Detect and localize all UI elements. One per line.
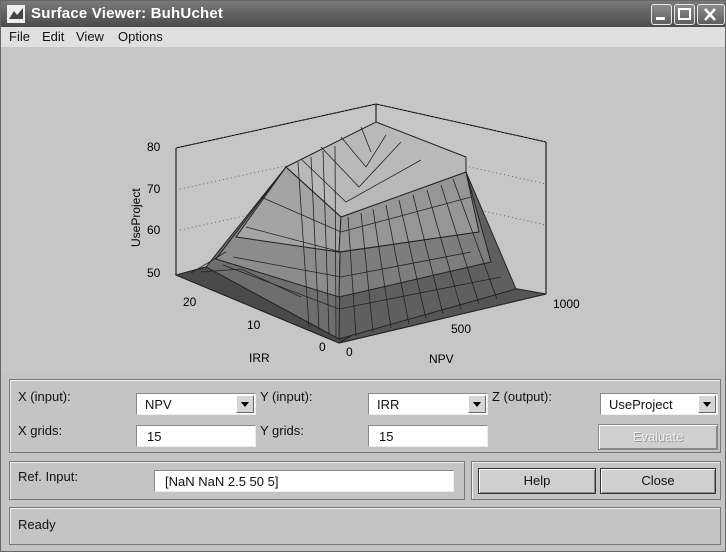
ref-input-label: Ref. Input: xyxy=(18,469,78,484)
x-tick-0: 0 xyxy=(346,345,353,359)
status-panel: Ready xyxy=(9,507,721,545)
y-input-value: IRR xyxy=(377,397,400,412)
y-axis-label: IRR xyxy=(249,351,270,365)
y-grids-field[interactable]: 15 xyxy=(368,425,488,447)
x-grids-field[interactable]: 15 xyxy=(136,425,256,447)
actions-panel: Help Close xyxy=(471,461,721,500)
y-input-select[interactable]: IRR xyxy=(368,393,488,415)
x-grids-label: X grids: xyxy=(18,423,63,438)
maximize-icon xyxy=(678,8,691,20)
y-tick-0: 0 xyxy=(319,340,326,354)
close-icon xyxy=(704,8,716,21)
chevron-down-icon[interactable] xyxy=(236,395,254,413)
ref-input-value: [NaN NaN 2.5 50 5] xyxy=(165,474,279,489)
z-output-label: Z (output): xyxy=(492,389,552,404)
x-input-value: NPV xyxy=(145,397,172,412)
menu-file[interactable]: File xyxy=(9,29,30,44)
z-tick-70: 70 xyxy=(147,182,161,196)
variables-panel: X (input): NPV Y (input): IRR Z (output)… xyxy=(9,379,721,453)
z-output-value: UseProject xyxy=(609,397,673,412)
surface-plot[interactable]: 80 70 60 50 UseProject 20 10 0 IRR 0 500… xyxy=(1,47,725,373)
z-tick-80: 80 xyxy=(147,140,161,154)
x-input-label: X (input): xyxy=(18,389,71,404)
close-button[interactable]: Close xyxy=(600,468,716,494)
y-grids-value: 15 xyxy=(379,429,394,444)
y-tick-10: 10 xyxy=(247,318,261,332)
evaluate-button[interactable]: Evaluate xyxy=(598,424,718,450)
z-tick-50: 50 xyxy=(147,266,161,280)
ref-input-field[interactable]: [NaN NaN 2.5 50 5] xyxy=(154,470,454,492)
menu-view[interactable]: View xyxy=(76,29,104,44)
ref-input-panel: Ref. Input: [NaN NaN 2.5 50 5] xyxy=(9,461,465,500)
y-tick-20: 20 xyxy=(183,295,197,309)
x-input-select[interactable]: NPV xyxy=(136,393,256,415)
z-output-select[interactable]: UseProject xyxy=(600,393,718,415)
maximize-button[interactable] xyxy=(674,4,695,25)
z-tick-60: 60 xyxy=(147,223,161,237)
chevron-down-icon[interactable] xyxy=(698,395,716,413)
x-axis-label: NPV xyxy=(429,352,454,366)
x-tick-500: 500 xyxy=(451,322,471,336)
surface-viewer-window: Surface Viewer: BuhUchet File Edit View … xyxy=(0,0,726,552)
x-grids-value: 15 xyxy=(147,429,162,444)
menu-options[interactable]: Options xyxy=(118,29,163,44)
x-tick-1000: 1000 xyxy=(553,297,580,311)
y-grids-label: Y grids: xyxy=(260,423,304,438)
y-input-label: Y (input): xyxy=(260,389,313,404)
minimize-icon xyxy=(656,17,665,20)
status-text: Ready xyxy=(18,517,56,532)
title-bar[interactable]: Surface Viewer: BuhUchet xyxy=(1,1,725,27)
help-button[interactable]: Help xyxy=(478,468,596,494)
z-axis-label: UseProject xyxy=(129,188,143,247)
close-window-button[interactable] xyxy=(697,4,725,25)
matlab-app-icon xyxy=(7,5,25,23)
surface-plot-area[interactable]: 80 70 60 50 UseProject 20 10 0 IRR 0 500… xyxy=(1,47,725,373)
menu-edit[interactable]: Edit xyxy=(42,29,64,44)
chevron-down-icon[interactable] xyxy=(468,395,486,413)
window-title: Surface Viewer: BuhUchet xyxy=(31,5,224,22)
menu-bar: File Edit View Options xyxy=(1,27,725,47)
minimize-button[interactable] xyxy=(651,4,672,25)
